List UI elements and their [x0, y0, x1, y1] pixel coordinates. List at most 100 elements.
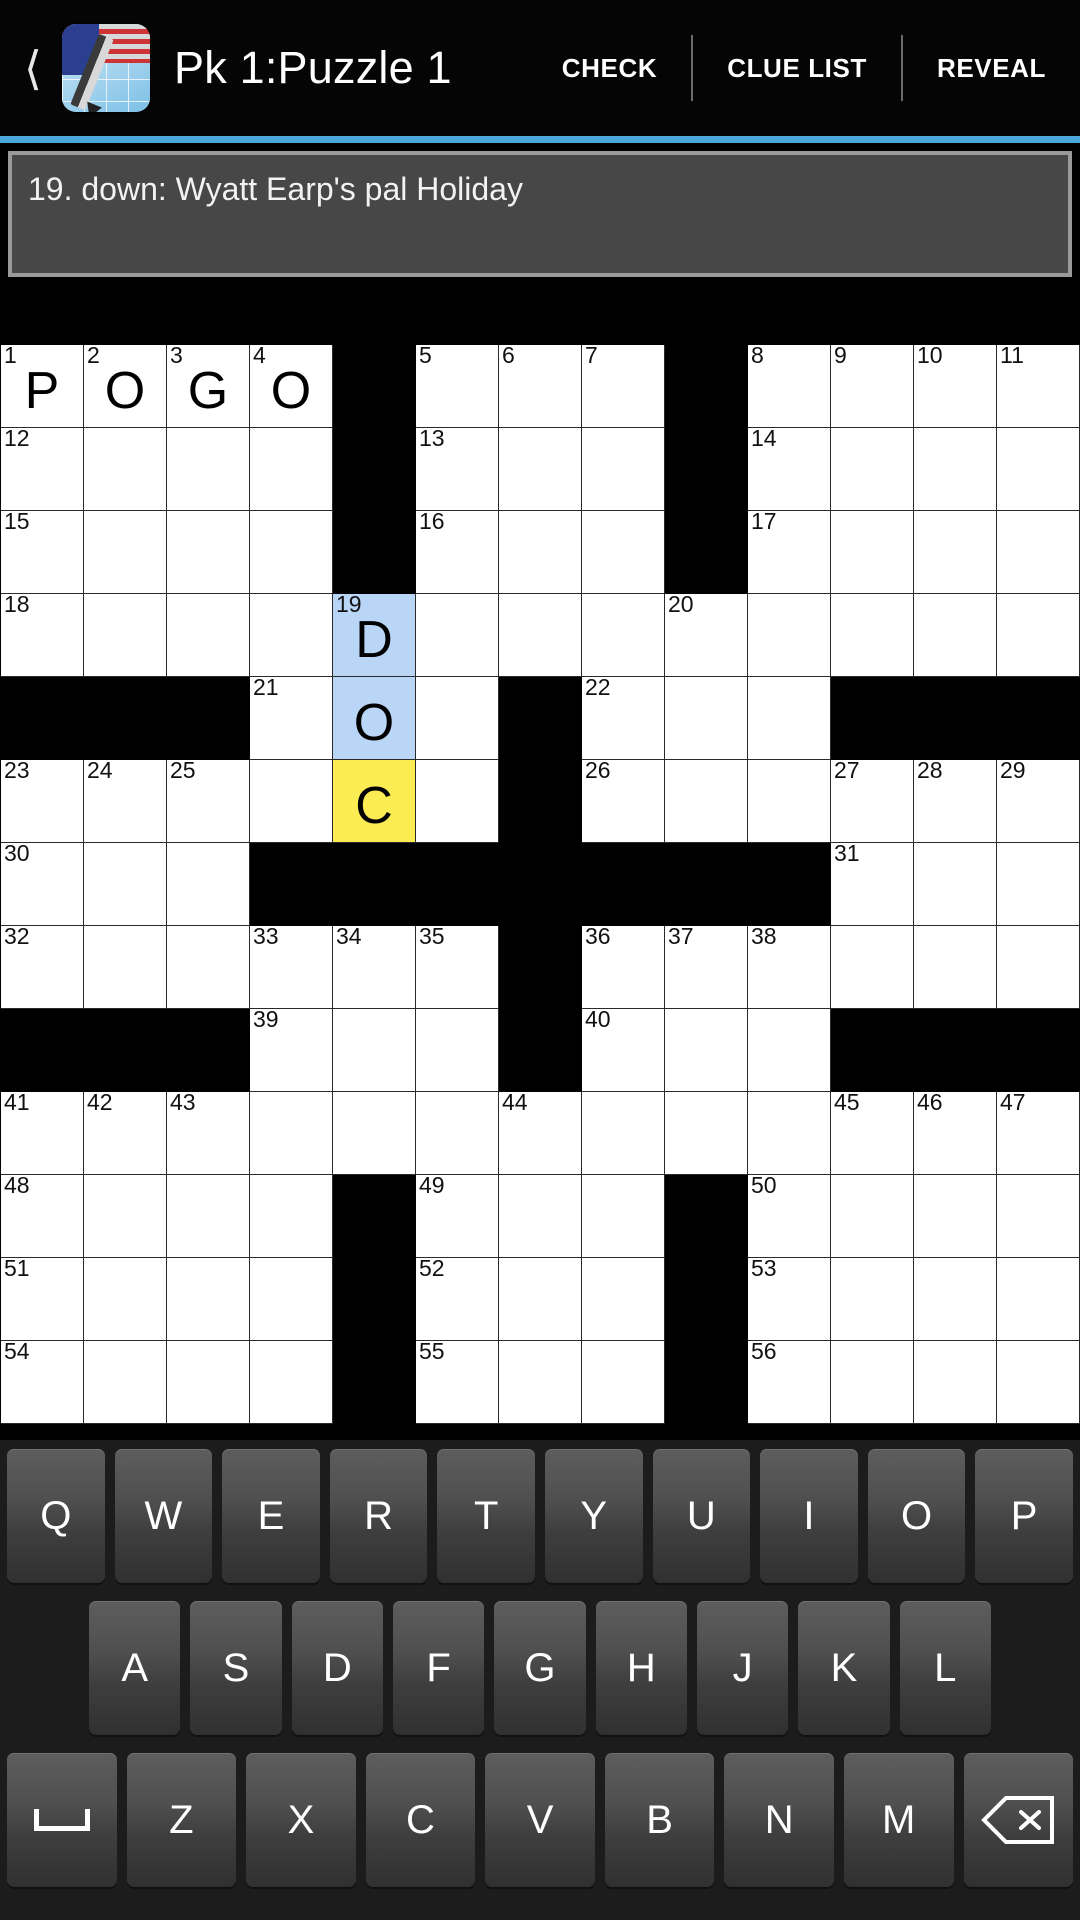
grid-cell[interactable]	[831, 1175, 914, 1258]
grid-cell[interactable]: 55	[416, 1338, 499, 1424]
grid-cell[interactable]: 7	[582, 342, 665, 428]
grid-cell[interactable]: 44	[499, 1089, 582, 1175]
key-l[interactable]: L	[899, 1601, 991, 1735]
grid-cell[interactable]	[84, 511, 167, 594]
reveal-button[interactable]: REVEAL	[903, 0, 1080, 136]
grid-cell[interactable]: 43	[167, 1089, 250, 1175]
grid-cell[interactable]: 11	[997, 342, 1080, 428]
grid-cell[interactable]: 26	[582, 757, 665, 843]
grid-cell[interactable]: 40	[582, 1006, 665, 1092]
grid-cell[interactable]	[997, 1258, 1080, 1341]
grid-cell[interactable]	[167, 511, 250, 594]
key-q[interactable]: Q	[7, 1449, 105, 1583]
grid-cell[interactable]	[582, 428, 665, 511]
grid-cell[interactable]	[499, 428, 582, 511]
grid-cell[interactable]: 50	[748, 1172, 831, 1258]
grid-cell[interactable]	[250, 511, 333, 594]
grid-cell[interactable]: 22	[582, 674, 665, 760]
key-m[interactable]: M	[843, 1753, 954, 1887]
grid-cell[interactable]: 21	[250, 674, 333, 760]
key-g[interactable]: G	[494, 1601, 586, 1735]
grid-cell[interactable]	[84, 1175, 167, 1258]
key-k[interactable]: K	[798, 1601, 890, 1735]
grid-cell[interactable]: 15	[1, 508, 84, 594]
grid-cell[interactable]: 3G	[167, 342, 250, 428]
key-e[interactable]: E	[222, 1449, 320, 1583]
grid-cell[interactable]: 9	[831, 342, 914, 428]
grid-cell[interactable]: 18	[1, 591, 84, 677]
key-z[interactable]: Z	[126, 1753, 237, 1887]
grid-cell[interactable]	[748, 594, 831, 677]
grid-cell[interactable]	[997, 428, 1080, 511]
grid-cell[interactable]	[167, 428, 250, 511]
grid-cell[interactable]: 41	[1, 1089, 84, 1175]
grid-cell[interactable]: 51	[1, 1255, 84, 1341]
grid-cell[interactable]	[748, 760, 831, 843]
grid-cell[interactable]: 45	[831, 1089, 914, 1175]
grid-cell[interactable]: 1P	[1, 342, 84, 428]
grid-cell[interactable]	[582, 511, 665, 594]
key-p[interactable]: P	[975, 1449, 1073, 1583]
grid-cell[interactable]	[665, 677, 748, 760]
grid-cell[interactable]	[250, 1175, 333, 1258]
grid-cell[interactable]: 17	[748, 508, 831, 594]
grid-cell[interactable]: 10	[914, 342, 997, 428]
grid-cell[interactable]	[582, 1175, 665, 1258]
grid-cell[interactable]	[250, 760, 333, 843]
grid-cell[interactable]: 35	[416, 923, 499, 1009]
grid-cell[interactable]	[831, 428, 914, 511]
grid-cell[interactable]	[914, 1175, 997, 1258]
clue-list-button[interactable]: CLUE LIST	[693, 0, 901, 136]
grid-cell[interactable]: 49	[416, 1172, 499, 1258]
grid-cell[interactable]	[250, 1092, 333, 1175]
grid-cell[interactable]	[167, 1175, 250, 1258]
grid-cell[interactable]: 24	[84, 757, 167, 843]
grid-cell[interactable]	[914, 594, 997, 677]
grid-cell[interactable]: 13	[416, 425, 499, 511]
grid-cell[interactable]: 12	[1, 425, 84, 511]
grid-cell[interactable]	[333, 1092, 416, 1175]
grid-cell[interactable]: 32	[1, 923, 84, 1009]
grid-cell[interactable]	[997, 1175, 1080, 1258]
grid-cell[interactable]	[167, 843, 250, 926]
grid-cell[interactable]	[914, 511, 997, 594]
grid-cell[interactable]: 30	[1, 840, 84, 926]
key-x[interactable]: X	[246, 1753, 356, 1887]
grid-cell[interactable]: 36	[582, 923, 665, 1009]
grid-cell[interactable]	[250, 428, 333, 511]
grid-cell[interactable]	[997, 511, 1080, 594]
grid-cell[interactable]: 4O	[250, 342, 333, 428]
grid-cell[interactable]	[665, 1092, 748, 1175]
grid-cell[interactable]	[84, 843, 167, 926]
grid-cell[interactable]: 48	[1, 1172, 84, 1258]
grid-cell[interactable]	[84, 594, 167, 677]
grid-cell[interactable]: 47	[997, 1089, 1080, 1175]
key-f[interactable]: F	[392, 1601, 485, 1735]
clue-box[interactable]: 19. down: Wyatt Earp's pal Holiday	[8, 151, 1072, 277]
key-r[interactable]: R	[329, 1449, 428, 1583]
grid-cell[interactable]: 20	[665, 591, 748, 677]
key-i[interactable]: I	[760, 1449, 858, 1583]
grid-cell[interactable]: O	[333, 677, 416, 760]
grid-cell[interactable]: 31	[831, 840, 914, 926]
grid-cell[interactable]	[748, 1092, 831, 1175]
grid-cell[interactable]: 23	[1, 757, 84, 843]
grid-cell[interactable]	[582, 1258, 665, 1341]
key-j[interactable]: J	[696, 1601, 789, 1735]
grid-cell[interactable]: 54	[1, 1338, 84, 1424]
grid-cell[interactable]	[997, 594, 1080, 677]
grid-cell[interactable]	[84, 1258, 167, 1341]
crossword-grid[interactable]: 1 P 2 O 3 G 4 O 5 6 7 8 9 10 11 12 13 14 15 16 17 18 19 D 20 21 O 2…	[0, 342, 1080, 1424]
grid-cell[interactable]	[582, 1092, 665, 1175]
grid-cell[interactable]	[499, 1341, 582, 1424]
grid-cell[interactable]	[997, 926, 1080, 1009]
grid-cell[interactable]	[748, 1009, 831, 1092]
grid-cell[interactable]: 28	[914, 757, 997, 843]
grid-cell[interactable]: 16	[416, 508, 499, 594]
grid-cell[interactable]	[167, 926, 250, 1009]
grid-cell[interactable]	[748, 677, 831, 760]
grid-cell[interactable]: 8	[748, 342, 831, 428]
grid-cell[interactable]: 6	[499, 342, 582, 428]
grid-cell[interactable]	[914, 843, 997, 926]
grid-cell[interactable]: 42	[84, 1089, 167, 1175]
